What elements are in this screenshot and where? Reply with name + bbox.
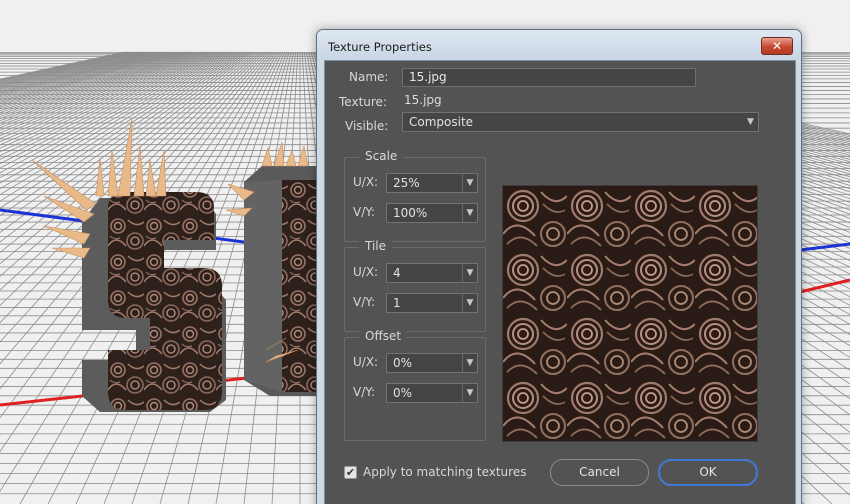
name-field[interactable]: 15.jpg bbox=[402, 68, 696, 87]
chevron-down-icon: ▼ bbox=[747, 117, 754, 127]
tile-vy-label: V/Y: bbox=[353, 295, 376, 309]
tile-ux-label: U/X: bbox=[353, 265, 379, 279]
texture-value: 15.jpg bbox=[404, 93, 442, 107]
dialog-content: Name: 15.jpg Texture: 15.jpg Visible: Co… bbox=[324, 60, 796, 504]
dialog-titlebar[interactable]: Texture Properties ✕ bbox=[317, 30, 801, 60]
close-button[interactable]: ✕ bbox=[761, 37, 793, 55]
chevron-down-icon: ▼ bbox=[462, 294, 477, 312]
apply-matching-label: Apply to matching textures bbox=[363, 465, 527, 479]
texture-properties-dialog: Texture Properties ✕ Name: 15.jpg Textur… bbox=[316, 29, 802, 504]
scale-ux-value: 25% bbox=[393, 176, 420, 190]
scale-ux-label: U/X: bbox=[353, 175, 379, 189]
3d-letter-s bbox=[82, 192, 226, 412]
name-label: Name: bbox=[349, 70, 389, 84]
offset-vy-label: V/Y: bbox=[353, 385, 376, 399]
offset-ux-select[interactable]: 0% ▼ bbox=[386, 353, 478, 373]
chevron-down-icon: ▼ bbox=[462, 174, 477, 192]
tile-group-title: Tile bbox=[359, 239, 393, 253]
scale-vy-select[interactable]: 100% ▼ bbox=[386, 203, 478, 223]
checkmark-icon: ✔ bbox=[345, 466, 356, 479]
chevron-down-icon: ▼ bbox=[462, 354, 477, 372]
texture-preview-image bbox=[502, 185, 758, 442]
chevron-down-icon: ▼ bbox=[462, 204, 477, 222]
offset-ux-value: 0% bbox=[393, 356, 413, 370]
visible-select[interactable]: Composite ▼ bbox=[402, 112, 759, 132]
tile-group: Tile U/X: 4 ▼ V/Y: 1 ▼ bbox=[344, 239, 486, 332]
close-icon: ✕ bbox=[771, 39, 783, 53]
3d-letter-u bbox=[244, 166, 318, 396]
dialog-title: Texture Properties bbox=[328, 40, 432, 54]
texture-label: Texture: bbox=[339, 95, 387, 109]
tile-vy-select[interactable]: 1 ▼ bbox=[386, 293, 478, 313]
tile-ux-value: 4 bbox=[393, 266, 401, 280]
chevron-down-icon: ▼ bbox=[462, 264, 477, 282]
scale-ux-select[interactable]: 25% ▼ bbox=[386, 173, 478, 193]
apply-matching-checkbox[interactable]: ✔ bbox=[344, 466, 357, 479]
ok-button[interactable]: OK bbox=[658, 459, 758, 486]
visible-label: Visible: bbox=[345, 119, 389, 133]
chevron-down-icon: ▼ bbox=[462, 384, 477, 402]
offset-vy-value: 0% bbox=[393, 386, 413, 400]
tile-vy-value: 1 bbox=[393, 296, 401, 310]
scale-group: Scale U/X: 25% ▼ V/Y: 100% ▼ bbox=[344, 149, 486, 242]
scale-vy-value: 100% bbox=[393, 206, 428, 220]
offset-vy-select[interactable]: 0% ▼ bbox=[386, 383, 478, 403]
cancel-button[interactable]: Cancel bbox=[550, 459, 649, 486]
offset-group-title: Offset bbox=[359, 329, 408, 343]
offset-ux-label: U/X: bbox=[353, 355, 379, 369]
offset-group: Offset U/X: 0% ▼ V/Y: 0% ▼ bbox=[344, 329, 486, 441]
scale-vy-label: V/Y: bbox=[353, 205, 376, 219]
tile-ux-select[interactable]: 4 ▼ bbox=[386, 263, 478, 283]
visible-select-value: Composite bbox=[409, 115, 474, 129]
scale-group-title: Scale bbox=[359, 149, 404, 163]
